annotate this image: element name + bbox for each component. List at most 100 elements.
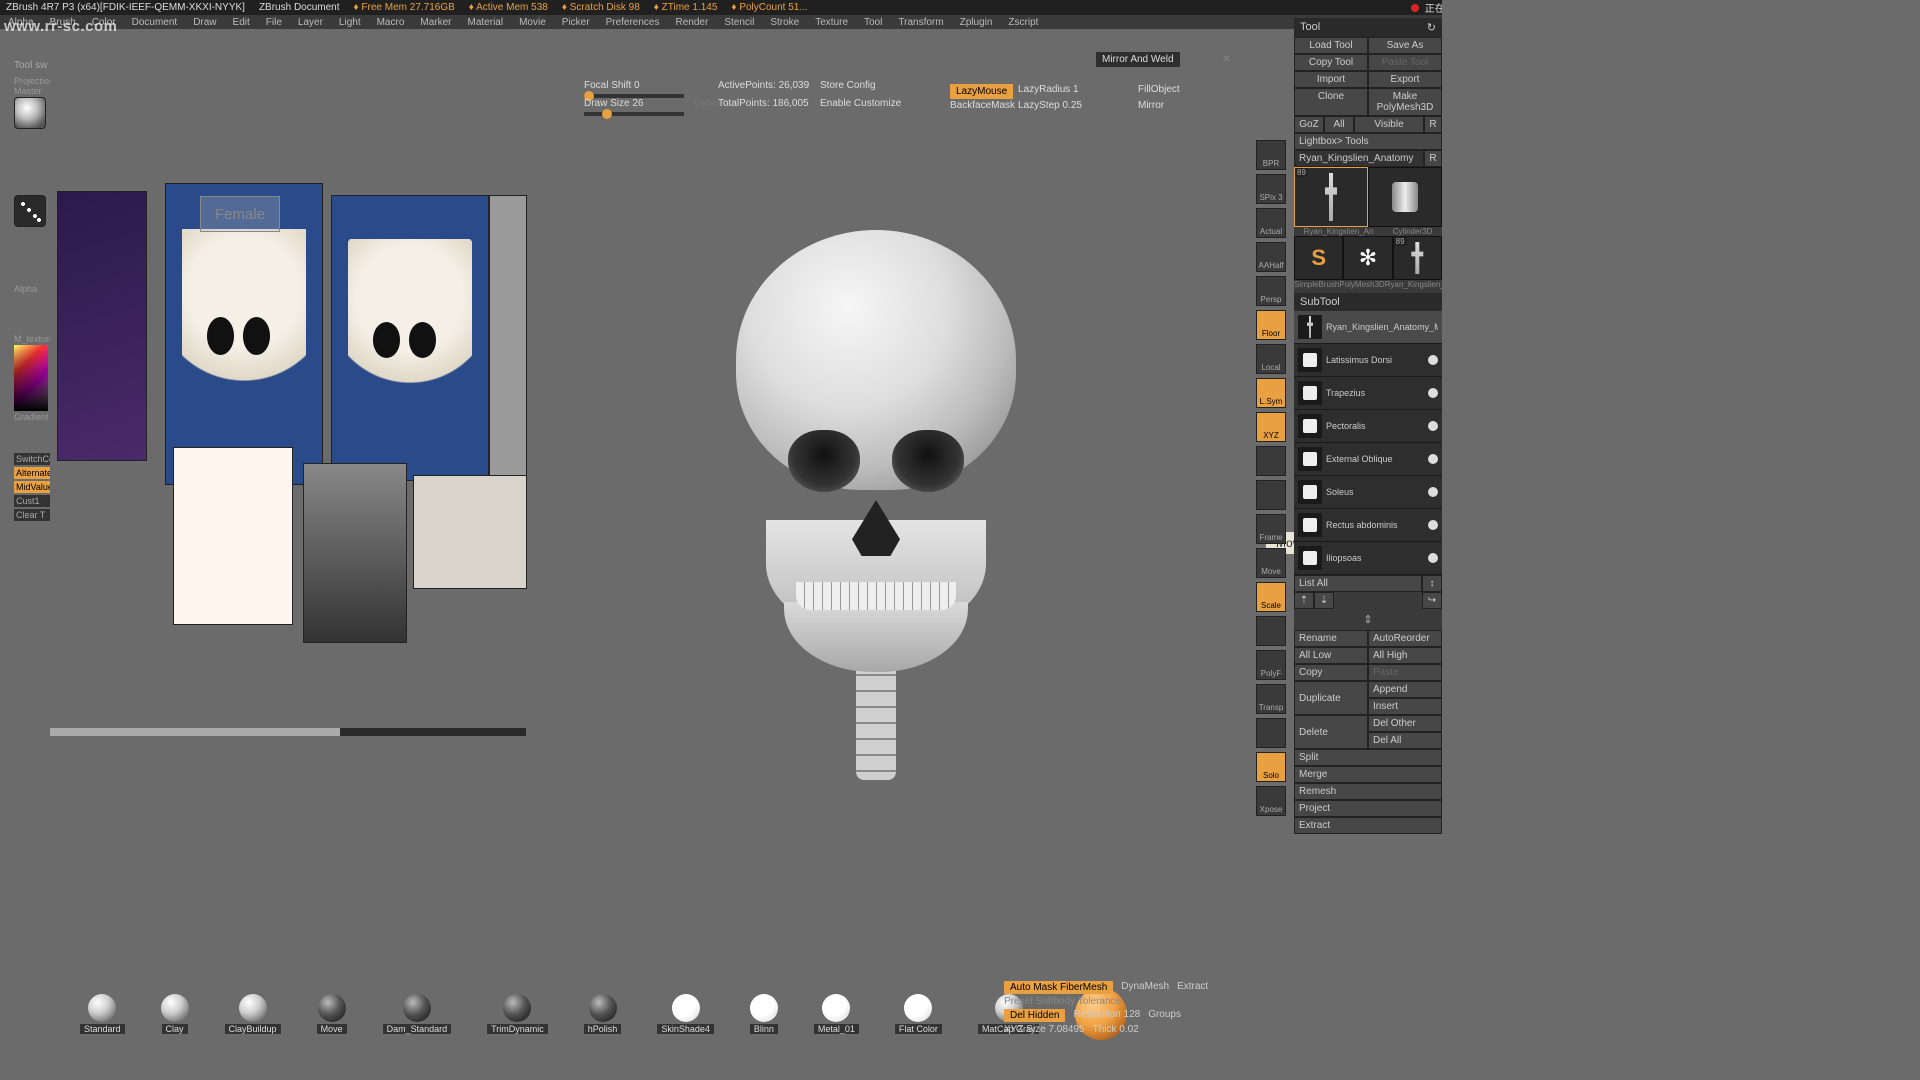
lazymouse-button[interactable]: LazyMouse xyxy=(950,84,1013,99)
goz-all-button[interactable]: All xyxy=(1324,116,1354,133)
stroke-dots-icon[interactable] xyxy=(14,195,46,227)
current-tool-name[interactable]: Ryan_Kingslien_Anatomy xyxy=(1294,150,1424,167)
resolution[interactable]: Resolution 128 xyxy=(1073,1009,1140,1022)
subtool-row[interactable]: Rectus abdominis xyxy=(1294,509,1442,542)
goz-visible-button[interactable]: Visible xyxy=(1354,116,1424,133)
store-config[interactable]: Store Config xyxy=(820,80,876,91)
viewport-bpr[interactable]: BPR xyxy=(1256,140,1286,170)
subtool-row[interactable]: Iliopsoas xyxy=(1294,542,1442,575)
brush-claybuildup[interactable]: ClayBuildup xyxy=(225,994,281,1034)
del-hidden[interactable]: Del Hidden xyxy=(1004,1009,1065,1022)
save-as-button[interactable]: Save As xyxy=(1368,37,1442,54)
rename-button[interactable]: Rename xyxy=(1294,630,1368,647)
brush-flat-color[interactable]: Flat Color xyxy=(895,994,942,1034)
cust1-button[interactable]: Cust1 xyxy=(14,495,50,507)
menu-zscript[interactable]: Zscript xyxy=(1008,17,1038,28)
brush-hpolish[interactable]: hPolish xyxy=(584,994,622,1034)
tool-thumb-1[interactable]: 89 xyxy=(1294,167,1368,227)
viewport-local[interactable]: Local xyxy=(1256,344,1286,374)
ref-scrollbar[interactable] xyxy=(50,728,526,736)
remesh-button[interactable]: Remesh xyxy=(1294,783,1442,800)
menu-draw[interactable]: Draw xyxy=(193,17,216,28)
viewport-scale[interactable]: Scale xyxy=(1256,582,1286,612)
viewport-floor[interactable]: Floor xyxy=(1256,310,1286,340)
alternate-button[interactable]: Alternate xyxy=(14,467,50,479)
viewport-icon-14[interactable] xyxy=(1256,616,1286,646)
menu-edit[interactable]: Edit xyxy=(233,17,250,28)
menu-stroke[interactable]: Stroke xyxy=(770,17,799,28)
menu-layer[interactable]: Layer xyxy=(298,17,323,28)
viewport-frame[interactable]: Frame xyxy=(1256,514,1286,544)
midvalue-button[interactable]: MidValue xyxy=(14,481,50,493)
menu-file[interactable]: File xyxy=(266,17,282,28)
thick[interactable]: Thick 0.02 xyxy=(1093,1024,1139,1035)
ref-image-bust[interactable] xyxy=(304,464,406,642)
tool-panel-refresh-icon[interactable]: ↻ xyxy=(1427,21,1436,34)
brush-clay[interactable]: Clay xyxy=(161,994,189,1034)
make-polymesh-button[interactable]: Make PolyMesh3D xyxy=(1368,88,1442,116)
menu-transform[interactable]: Transform xyxy=(898,17,943,28)
brush-standard[interactable]: Standard xyxy=(80,994,125,1034)
viewport-transp[interactable]: Transp xyxy=(1256,684,1286,714)
subtool-row[interactable]: Soleus xyxy=(1294,476,1442,509)
dynamesh-label[interactable]: DynaMesh xyxy=(1121,981,1169,994)
viewport-icon-10[interactable] xyxy=(1256,480,1286,510)
clear-button[interactable]: Clear T xyxy=(14,509,50,521)
menu-document[interactable]: Document xyxy=(132,17,178,28)
tool-thumb-2[interactable] xyxy=(1368,167,1442,227)
insert-button[interactable]: Insert xyxy=(1368,698,1442,715)
brush-move[interactable]: Move xyxy=(317,994,347,1034)
subtool-selected[interactable]: Ryan_Kingslien_Anatomy_Model xyxy=(1294,311,1442,344)
menu-light[interactable]: Light xyxy=(339,17,361,28)
extract-label[interactable]: Extract xyxy=(1177,981,1208,994)
automask-fibermesh[interactable]: Auto Mask FiberMesh xyxy=(1004,981,1113,994)
paste-tool-button[interactable]: Paste Tool xyxy=(1368,54,1442,71)
viewport-spix3[interactable]: SPix 3 xyxy=(1256,174,1286,204)
viewport-aahalf[interactable]: AAHalf xyxy=(1256,242,1286,272)
viewport-xpose[interactable]: Xpose xyxy=(1256,786,1286,816)
extract-button[interactable]: Extract xyxy=(1294,817,1442,834)
viewport[interactable] xyxy=(526,110,1226,724)
enable-customize[interactable]: Enable Customize xyxy=(820,98,901,109)
menu-macro[interactable]: Macro xyxy=(377,17,405,28)
ref-image-partial[interactable] xyxy=(490,196,526,480)
duplicate-button[interactable]: Duplicate xyxy=(1294,681,1368,715)
list-all-button[interactable]: List All xyxy=(1294,575,1422,592)
viewport-icon-17[interactable] xyxy=(1256,718,1286,748)
brush-metal-01[interactable]: Metal_01 xyxy=(814,994,859,1034)
delete-button[interactable]: Delete xyxy=(1294,715,1368,749)
viewport-polyf[interactable]: PolyF xyxy=(1256,650,1286,680)
menu-movie[interactable]: Movie xyxy=(519,17,546,28)
switch-color-button[interactable]: SwitchColor xyxy=(14,453,50,465)
lazy-radius[interactable]: LazyRadius 1 xyxy=(1018,84,1079,95)
clone-button[interactable]: Clone xyxy=(1294,88,1368,116)
menu-zplugin[interactable]: Zplugin xyxy=(960,17,993,28)
menu-texture[interactable]: Texture xyxy=(815,17,848,28)
tool-thumb-3[interactable]: S xyxy=(1294,236,1343,280)
color-picker[interactable] xyxy=(14,345,48,411)
export-button[interactable]: Export xyxy=(1368,71,1442,88)
ref-image-skull-2[interactable] xyxy=(332,196,488,480)
import-button[interactable]: Import xyxy=(1294,71,1368,88)
menu-material[interactable]: Material xyxy=(468,17,504,28)
move-down-icon[interactable]: ⇣ xyxy=(1314,592,1334,609)
menu-preferences[interactable]: Preferences xyxy=(606,17,660,28)
ref-image-1[interactable] xyxy=(58,192,146,460)
merge-button[interactable]: Merge xyxy=(1294,766,1442,783)
subtool-row[interactable]: Trapezius xyxy=(1294,377,1442,410)
ref-image-baby[interactable] xyxy=(174,448,292,624)
brush-skinshade4[interactable]: SkinShade4 xyxy=(657,994,714,1034)
alpha-label[interactable]: Alpha xyxy=(14,283,50,295)
copy-tool-button[interactable]: Copy Tool xyxy=(1294,54,1368,71)
tool-thumb-5[interactable]: 89 xyxy=(1393,236,1442,280)
subtool-row[interactable]: Pectoralis xyxy=(1294,410,1442,443)
material-sphere-icon[interactable] xyxy=(14,97,46,129)
texture-label[interactable]: M_texture xyxy=(14,333,50,345)
viewport-icon-9[interactable] xyxy=(1256,446,1286,476)
viewport-move[interactable]: Move xyxy=(1256,548,1286,578)
gradient-label[interactable]: Gradient xyxy=(14,411,50,423)
del-all-button[interactable]: Del All xyxy=(1368,732,1442,749)
copy-subtool-button[interactable]: Copy xyxy=(1294,664,1368,681)
viewport-persp[interactable]: Persp xyxy=(1256,276,1286,306)
all-low-button[interactable]: All Low xyxy=(1294,647,1368,664)
